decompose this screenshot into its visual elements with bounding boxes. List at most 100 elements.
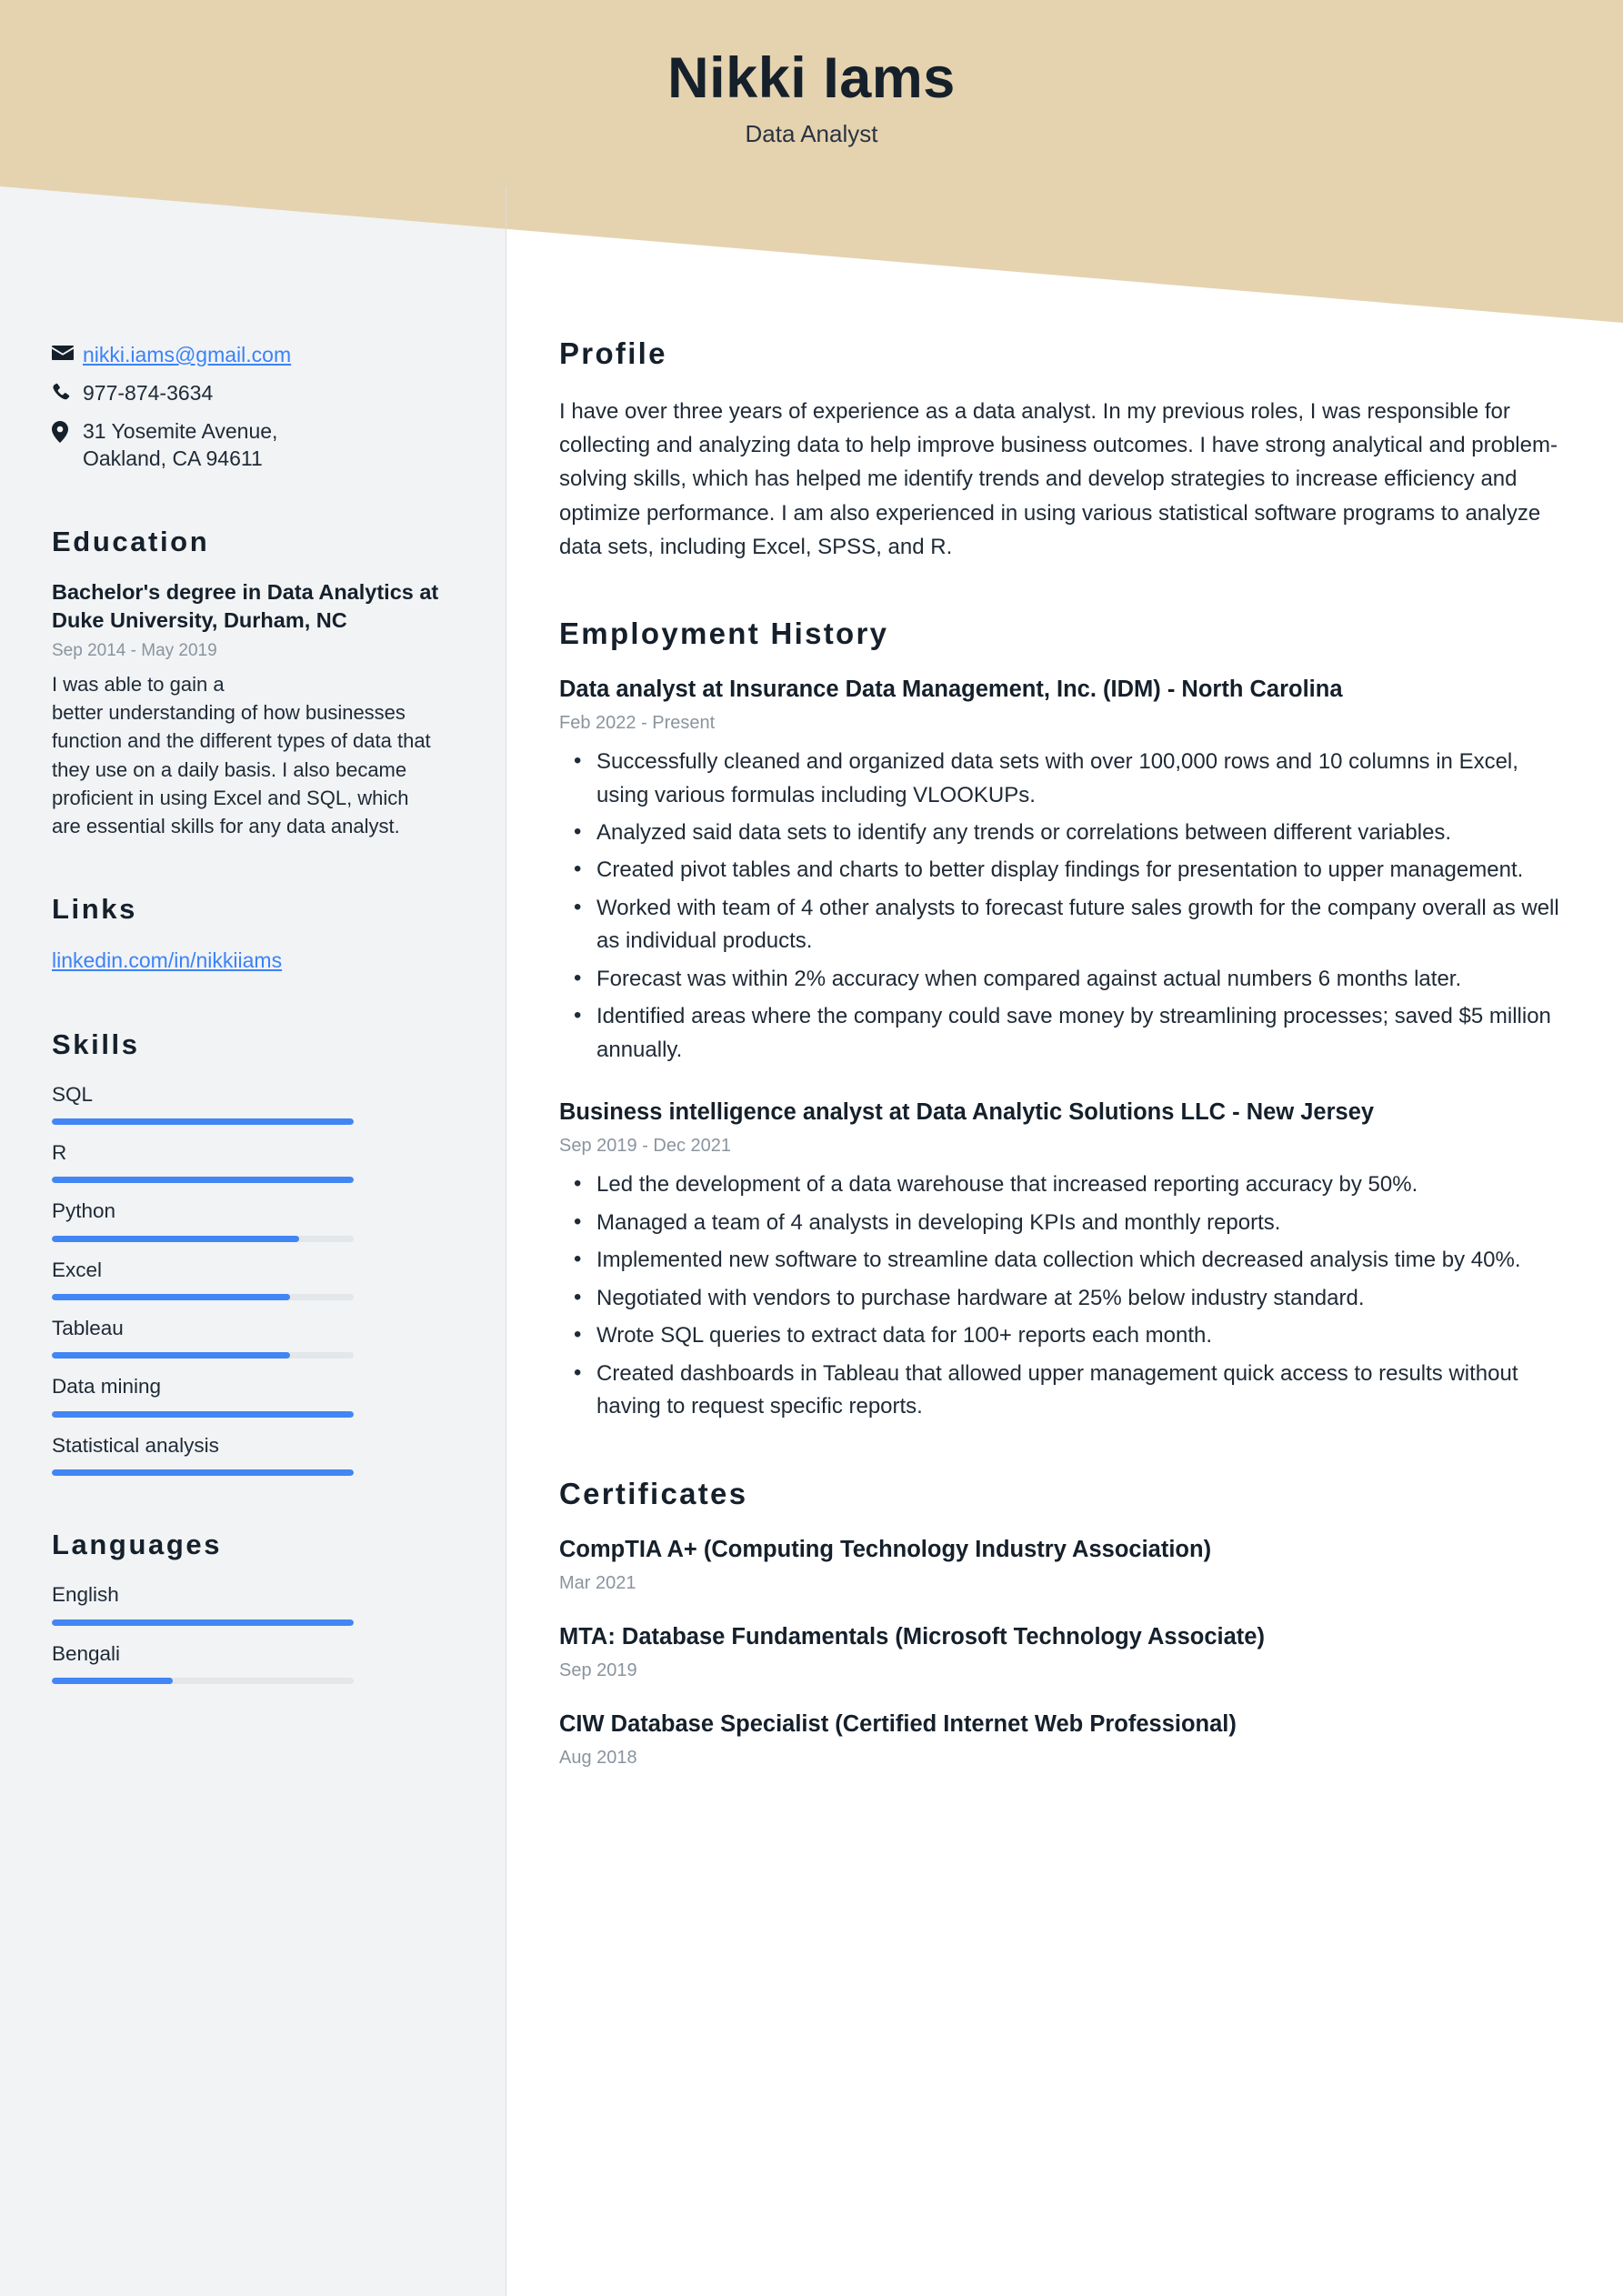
language-label: Bengali	[52, 1641, 121, 1665]
address-line-2: Oakland, CA 94611	[83, 446, 263, 471]
skills-heading: Skills	[52, 1028, 140, 1060]
skill-label: Data mining	[52, 1375, 162, 1399]
certificate-name: CIW Database Specialist (Certified Inter…	[559, 1711, 1237, 1737]
certificate-entry: CompTIA A+ (Computing Technology Industr…	[559, 1535, 1559, 1595]
location-pin-icon	[52, 417, 83, 443]
job-title: Data analyst at Insurance Data Managemen…	[559, 676, 1343, 702]
contact-block: nikki.iams@gmail.com 977-874-3634 31 Yos…	[52, 341, 443, 473]
skill-item: SQL	[52, 1081, 443, 1125]
certificates-list: CompTIA A+ (Computing Technology Industr…	[559, 1535, 1559, 1770]
job-bullet: Created dashboards in Tableau that allow…	[559, 1357, 1559, 1424]
job-bullet: Identified areas where the company could…	[559, 999, 1559, 1067]
job-entry: Business intelligence analyst at Data An…	[559, 1098, 1559, 1423]
skill-bar-track	[52, 1177, 354, 1184]
job-bullet: Wrote SQL queries to extract data for 10…	[559, 1318, 1559, 1352]
skill-item: Excel	[52, 1257, 443, 1300]
skills-section: Skills SQL R Python Excel Tableau Data mining…	[52, 1028, 443, 1477]
profile-heading: Profile	[559, 336, 667, 370]
certificate-date: Aug 2018	[559, 1748, 637, 1769]
skill-bar-track	[52, 1294, 354, 1300]
skill-label: Statistical analysis	[52, 1433, 219, 1457]
job-dates: Sep 2019 - Dec 2021	[559, 1136, 732, 1157]
skill-item: Tableau	[52, 1315, 443, 1359]
jobs-list: Data analyst at Insurance Data Managemen…	[559, 675, 1559, 1424]
skill-label: Excel	[52, 1258, 103, 1281]
education-degree: Bachelor's degree in Data Analytics at D…	[52, 579, 439, 632]
education-section: Education Bachelor's degree in Data Anal…	[52, 526, 443, 841]
certificate-date: Mar 2021	[559, 1572, 636, 1593]
job-bullet: Forecast was within 2% accuracy when com…	[559, 962, 1559, 996]
employment-section: Employment History Data analyst at Insur…	[559, 617, 1559, 1424]
skill-label: SQL	[52, 1082, 94, 1106]
phone-value: 977-874-3634	[83, 381, 214, 405]
skill-label: R	[52, 1140, 67, 1164]
main-column: Profile I have over three years of exper…	[559, 0, 1559, 1822]
employment-heading: Employment History	[559, 616, 889, 650]
language-bar-fill	[52, 1677, 173, 1684]
education-dates: Sep 2014 - May 2019	[52, 641, 217, 661]
skill-bar-fill	[52, 1177, 354, 1184]
skill-bar-fill	[52, 1352, 291, 1359]
languages-heading: Languages	[52, 1529, 223, 1561]
skill-bar-track	[52, 1469, 354, 1477]
job-bullet-list: Led the development of a data warehouse …	[559, 1168, 1559, 1423]
phone-icon	[52, 379, 83, 403]
job-title: Business intelligence analyst at Data An…	[559, 1099, 1375, 1126]
certificates-section: Certificates CompTIA A+ (Computing Techn…	[559, 1477, 1559, 1770]
links-heading: Links	[52, 893, 137, 926]
language-bar-track	[52, 1619, 354, 1626]
certificate-entry: CIW Database Specialist (Certified Inter…	[559, 1709, 1559, 1770]
language-bar-track	[52, 1677, 354, 1684]
education-heading: Education	[52, 525, 210, 557]
job-bullet-list: Successfully cleaned and organized data …	[559, 745, 1559, 1067]
language-label: English	[52, 1583, 119, 1607]
sidebar-content: nikki.iams@gmail.com 977-874-3634 31 Yos…	[52, 341, 443, 1699]
linkedin-link[interactable]: linkedin.com/in/nikkiiams	[52, 948, 282, 972]
job-bullet: Created pivot tables and charts to bette…	[559, 853, 1559, 887]
skill-item: R	[52, 1139, 443, 1184]
job-dates: Feb 2022 - Present	[559, 713, 716, 734]
skill-bar-track	[52, 1352, 354, 1359]
languages-list: English Bengali	[52, 1581, 443, 1684]
skill-bar-track	[52, 1410, 354, 1418]
skill-bar-fill	[52, 1235, 300, 1242]
skill-bar-fill	[52, 1118, 354, 1125]
education-description: I was able to gain a better understandin…	[52, 672, 431, 838]
job-bullet: Implemented new software to streamline d…	[559, 1243, 1559, 1277]
skill-bar-fill	[52, 1469, 354, 1477]
certificate-date: Sep 2019	[559, 1660, 637, 1680]
skill-bar-fill	[52, 1410, 354, 1418]
language-item: Bengali	[52, 1640, 443, 1684]
skill-item: Statistical analysis	[52, 1432, 443, 1477]
job-bullet: Led the development of a data warehouse …	[559, 1168, 1559, 1201]
job-bullet: Analyzed said data sets to identify any …	[559, 816, 1559, 849]
resume-page: Nikki Iams Data Analyst nikki.iams@gmail…	[0, 0, 1623, 2296]
job-bullet: Negotiated with vendors to purchase hard…	[559, 1281, 1559, 1315]
certificate-name: CompTIA A+ (Computing Technology Industr…	[559, 1536, 1212, 1562]
address-value: 31 Yosemite Avenue, Oakland, CA 94611	[83, 417, 277, 473]
skill-item: Data mining	[52, 1373, 443, 1418]
job-entry: Data analyst at Insurance Data Managemen…	[559, 675, 1559, 1067]
skill-bar-track	[52, 1118, 354, 1125]
email-link[interactable]: nikki.iams@gmail.com	[83, 343, 291, 366]
skills-list: SQL R Python Excel Tableau Data mining Statist…	[52, 1081, 443, 1477]
address-line-1: 31 Yosemite Avenue,	[83, 419, 278, 443]
skill-bar-track	[52, 1235, 354, 1242]
job-bullet: Successfully cleaned and organized data …	[559, 745, 1559, 812]
language-bar-fill	[52, 1619, 354, 1626]
email-value: nikki.iams@gmail.com	[83, 341, 291, 368]
languages-section: Languages English Bengali	[52, 1529, 443, 1684]
contact-phone-row: 977-874-3634	[52, 379, 443, 408]
contact-address-row: 31 Yosemite Avenue, Oakland, CA 94611	[52, 417, 443, 473]
envelope-icon	[52, 341, 83, 361]
links-section: Links linkedin.com/in/nikkiiams	[52, 893, 443, 975]
contact-email-row: nikki.iams@gmail.com	[52, 341, 443, 370]
certificate-name: MTA: Database Fundamentals (Microsoft Te…	[559, 1623, 1265, 1649]
profile-text: I have over three years of experience as…	[559, 399, 1558, 559]
skill-label: Python	[52, 1199, 116, 1223]
certificate-entry: MTA: Database Fundamentals (Microsoft Te…	[559, 1622, 1559, 1682]
skill-label: Tableau	[52, 1317, 124, 1339]
job-bullet: Worked with team of 4 other analysts to …	[559, 891, 1559, 958]
language-item: English	[52, 1581, 443, 1626]
certificates-heading: Certificates	[559, 1476, 748, 1510]
